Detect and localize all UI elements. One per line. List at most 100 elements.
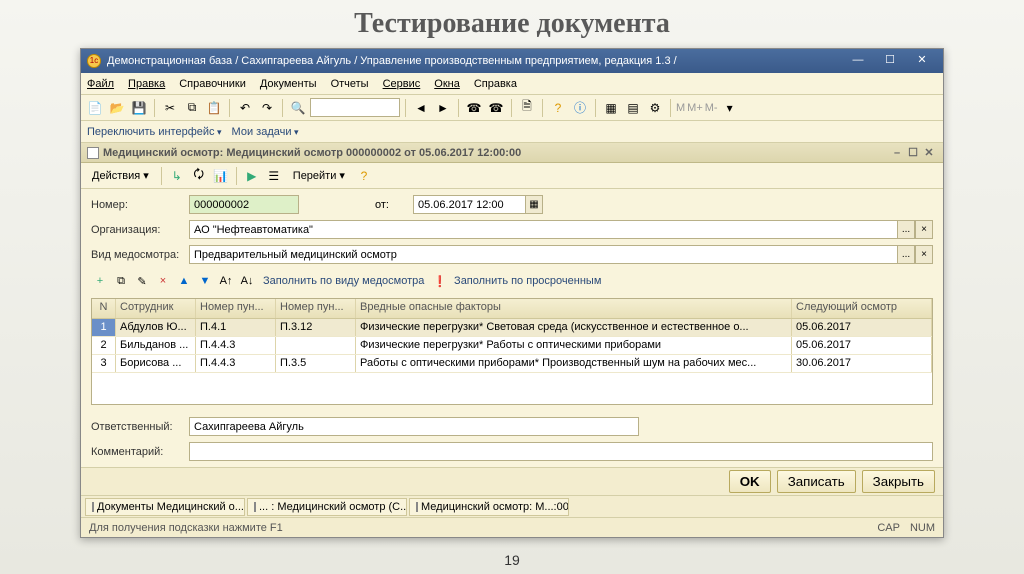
calc-icon[interactable]: ▤ — [623, 98, 643, 118]
mem-mm[interactable]: M- — [705, 102, 718, 114]
responsible-input[interactable] — [189, 417, 639, 436]
save-button[interactable]: Записать — [777, 470, 856, 493]
move-down-icon[interactable]: ▼ — [196, 272, 214, 290]
menu-edit[interactable]: Правка — [128, 78, 165, 90]
col-next[interactable]: Следующий осмотр — [792, 299, 932, 318]
sort-desc-icon[interactable]: A↓ — [238, 272, 256, 290]
menu-service[interactable]: Сервис — [383, 78, 421, 90]
close-doc-button[interactable]: Закрыть — [862, 470, 935, 493]
mem-m[interactable]: M — [676, 102, 685, 114]
status-hint: Для получения подсказки нажмите F1 — [89, 522, 283, 534]
search-icon[interactable]: 🔍 — [288, 98, 308, 118]
goto-button[interactable]: Перейти ▾ — [286, 166, 352, 185]
redo-icon[interactable]: ↷ — [257, 98, 277, 118]
menu-refs[interactable]: Справочники — [179, 78, 246, 90]
mem-mp[interactable]: M+ — [687, 102, 703, 114]
menu-docs[interactable]: Документы — [260, 78, 317, 90]
table-row[interactable]: 1 Абдулов Ю... П.4.1 П.3.12 Физические п… — [92, 319, 932, 337]
window-title: Демонстрационная база / Сахипгареева Айг… — [107, 55, 677, 67]
date-input[interactable] — [413, 195, 525, 214]
doc-max-button[interactable]: ☐ — [905, 146, 921, 159]
window-tab[interactable]: ... : Медицинский осмотр (С... — [247, 498, 407, 516]
minimize-button[interactable]: — — [843, 52, 873, 70]
menu-file[interactable]: Файл — [87, 78, 114, 90]
undo-icon[interactable]: ↶ — [235, 98, 255, 118]
help-icon[interactable]: ? — [548, 98, 568, 118]
open-icon[interactable]: 📂 — [107, 98, 127, 118]
move-up-icon[interactable]: ▲ — [175, 272, 193, 290]
close-button[interactable]: ✕ — [907, 52, 937, 70]
table-row[interactable]: 2 Бильданов ... П.4.4.3 Физические перег… — [92, 337, 932, 355]
tool-icon[interactable]: ⚙ — [645, 98, 665, 118]
switch-interface[interactable]: Переключить интерфейс — [87, 126, 222, 138]
type-select-button[interactable]: ... — [897, 245, 915, 264]
status-bar: Для получения подсказки нажмите F1 CAP N… — [81, 517, 943, 537]
actions-button[interactable]: Действия ▾ — [85, 166, 156, 185]
menu-bar: Файл Правка Справочники Документы Отчеты… — [81, 73, 943, 95]
refresh-icon[interactable]: 🗘 — [189, 166, 209, 186]
comment-input[interactable] — [189, 442, 933, 461]
copy-icon[interactable]: ⧉ — [182, 98, 202, 118]
col-point2[interactable]: Номер пун... — [276, 299, 356, 318]
del-row-icon[interactable]: × — [154, 272, 172, 290]
copy-row-icon[interactable]: ⧉ — [112, 272, 130, 290]
comment-label: Комментарий: — [91, 446, 181, 458]
menu-windows[interactable]: Окна — [434, 78, 460, 90]
new-icon[interactable]: 📄 — [85, 98, 105, 118]
fill-overdue-link[interactable]: Заполнить по просроченным — [454, 275, 601, 287]
type-clear-button[interactable]: × — [915, 245, 933, 264]
tab-icon — [416, 502, 418, 512]
number-input[interactable] — [189, 195, 299, 214]
slide-title: Тестирование документа — [0, 0, 1024, 44]
number-label: Номер: — [91, 199, 181, 211]
org-input[interactable] — [189, 220, 897, 239]
menu-reports[interactable]: Отчеты — [331, 78, 369, 90]
list-icon[interactable]: ☰ — [264, 166, 284, 186]
info-icon[interactable]: ⓘ — [570, 98, 590, 118]
edit-row-icon[interactable]: ✎ — [133, 272, 151, 290]
my-tasks[interactable]: Мои задачи — [232, 126, 299, 138]
fill-by-type-link[interactable]: Заполнить по виду медосмотра — [263, 275, 424, 287]
ok-button[interactable]: OK — [729, 470, 771, 493]
post-icon[interactable]: ↳ — [167, 166, 187, 186]
app-window: 1c Демонстрационная база / Сахипгареева … — [80, 48, 944, 538]
doc-icon[interactable]: 🗎 — [517, 98, 537, 118]
table-row[interactable]: 3 Борисова ... П.4.4.3 П.3.5 Работы с оп… — [92, 355, 932, 373]
report-icon[interactable]: 📊 — [211, 166, 231, 186]
sort-asc-icon[interactable]: A↑ — [217, 272, 235, 290]
search-input[interactable] — [310, 98, 400, 117]
maximize-button[interactable]: ☐ — [875, 52, 905, 70]
calendar-picker-icon[interactable]: ▦ — [525, 195, 543, 214]
nav-back-icon[interactable]: ◄ — [411, 98, 431, 118]
status-num: NUM — [910, 522, 935, 534]
phone2-icon[interactable]: ☎ — [486, 98, 506, 118]
menu-help[interactable]: Справка — [474, 78, 517, 90]
doc-toolbar: Действия ▾ ↳ 🗘 📊 ▶ ☰ Перейти ▾ ? — [81, 163, 943, 189]
org-clear-button[interactable]: × — [915, 220, 933, 239]
dropdown-icon[interactable]: ▾ — [720, 98, 740, 118]
window-tab[interactable]: Медицинский осмотр: М...:00 — [409, 498, 569, 516]
col-factors[interactable]: Вредные опасные факторы — [356, 299, 792, 318]
doc-close-button[interactable]: ✕ — [921, 146, 937, 159]
grid-toolbar: + ⧉ ✎ × ▲ ▼ A↑ A↓ Заполнить по виду медо… — [91, 270, 933, 292]
help2-icon[interactable]: ? — [354, 166, 374, 186]
col-point1[interactable]: Номер пун... — [196, 299, 276, 318]
phone-icon[interactable]: ☎ — [464, 98, 484, 118]
paste-icon[interactable]: 📋 — [204, 98, 224, 118]
col-employee[interactable]: Сотрудник — [116, 299, 196, 318]
window-tab[interactable]: Документы Медицинский о... — [85, 498, 245, 516]
cut-icon[interactable]: ✂ — [160, 98, 180, 118]
doc-min-button[interactable]: – — [889, 147, 905, 159]
employees-grid[interactable]: N Сотрудник Номер пун... Номер пун... Вр… — [91, 298, 933, 405]
add-row-icon[interactable]: + — [91, 272, 109, 290]
doc-header: Медицинский осмотр: Медицинский осмотр 0… — [81, 143, 943, 163]
run-icon[interactable]: ▶ — [242, 166, 262, 186]
org-select-button[interactable]: ... — [897, 220, 915, 239]
col-n[interactable]: N — [92, 299, 116, 318]
save-icon[interactable]: 💾 — [129, 98, 149, 118]
date-label: от: — [375, 199, 405, 211]
nav-fwd-icon[interactable]: ► — [433, 98, 453, 118]
grid-header: N Сотрудник Номер пун... Номер пун... Вр… — [92, 299, 932, 319]
type-input[interactable] — [189, 245, 897, 264]
calendar-icon[interactable]: ▦ — [601, 98, 621, 118]
